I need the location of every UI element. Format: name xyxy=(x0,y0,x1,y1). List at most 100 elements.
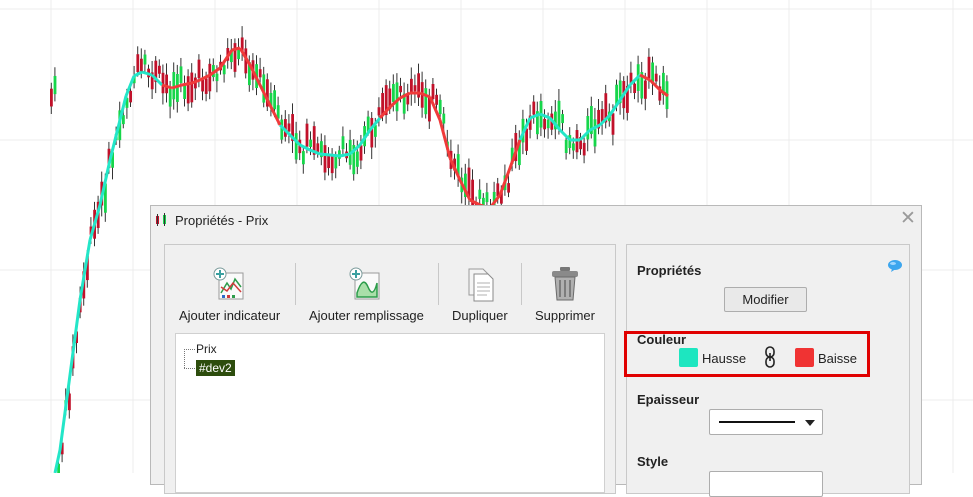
candle-body xyxy=(424,88,428,115)
dialog-titlebar[interactable]: Propriétés - Prix ✕ xyxy=(151,206,921,234)
candle-body xyxy=(593,119,597,147)
hausse-label: Hausse xyxy=(702,351,747,366)
candle-body xyxy=(633,83,636,94)
candle-body xyxy=(143,54,147,65)
add-fill-label: Ajouter remplissage xyxy=(309,308,424,323)
candle-body xyxy=(186,76,190,104)
candle-body xyxy=(413,85,417,92)
candle-body xyxy=(356,151,359,167)
thickness-heading: Epaisseur xyxy=(637,392,700,407)
candle-body xyxy=(158,65,161,74)
candle-body xyxy=(294,133,298,160)
candle-body xyxy=(435,94,438,105)
candle-body xyxy=(431,84,435,100)
candle-body xyxy=(395,82,399,112)
chevron-down-icon xyxy=(805,420,815,426)
candle-body xyxy=(359,145,363,161)
indicator-panel: Ajouter indicateur Ajouter remplissage D… xyxy=(164,244,616,494)
modify-button[interactable]: Modifier xyxy=(724,287,807,312)
properties-dialog: Propriétés - Prix ✕ Ajouter indicateur A… xyxy=(150,205,922,497)
duplicate-icon xyxy=(468,268,494,302)
dialog-title: Propriétés - Prix xyxy=(175,213,269,228)
candle-body xyxy=(327,156,330,169)
candle-body xyxy=(647,56,651,79)
candle-body xyxy=(305,123,309,147)
candle-body xyxy=(165,74,168,94)
candle-body xyxy=(611,113,615,135)
candle-body xyxy=(381,93,384,115)
tree-connector xyxy=(184,349,195,350)
candle-body xyxy=(201,79,204,92)
tree-connector xyxy=(184,368,195,369)
indicator-tree[interactable]: Prix #dev2 xyxy=(175,333,605,493)
candle-body xyxy=(370,117,374,148)
add-indicator-button[interactable]: Ajouter indicateur xyxy=(179,265,280,323)
candle-body xyxy=(215,73,219,82)
candle-body xyxy=(564,139,568,154)
candle-body xyxy=(478,189,482,199)
candle-body xyxy=(273,90,276,110)
candle-body xyxy=(179,66,183,83)
tree-item-selected[interactable]: #dev2 xyxy=(196,360,235,376)
candle-body xyxy=(438,99,442,115)
candle-body xyxy=(442,113,446,124)
trash-icon xyxy=(551,267,578,301)
toolbar-separator xyxy=(438,263,439,305)
candle-body xyxy=(366,116,370,132)
candle-body xyxy=(485,192,489,203)
baisse-color-swatch[interactable] xyxy=(795,348,814,367)
add-indicator-icon xyxy=(213,267,244,300)
candle-body xyxy=(507,183,510,193)
candle-body xyxy=(309,139,312,147)
candle-body xyxy=(258,69,262,78)
add-fill-icon xyxy=(349,267,380,300)
app-chart-icon xyxy=(156,213,166,226)
link-icon[interactable] xyxy=(764,346,776,368)
candle-body xyxy=(50,88,53,107)
candle-body xyxy=(208,63,212,92)
candle-body xyxy=(136,54,140,73)
candle-body xyxy=(190,72,194,103)
delete-button[interactable]: Supprimer xyxy=(535,265,595,323)
style-heading: Style xyxy=(637,454,669,469)
candle-body xyxy=(302,151,305,165)
candle-body xyxy=(330,156,334,174)
add-fill-button[interactable]: Ajouter remplissage xyxy=(309,265,424,323)
candle-body xyxy=(168,88,172,107)
candle-body xyxy=(204,78,208,94)
candle-body xyxy=(237,49,240,60)
close-icon[interactable]: ✕ xyxy=(899,209,917,229)
candle-body xyxy=(233,43,237,72)
candle-body xyxy=(582,142,586,156)
add-indicator-label: Ajouter indicateur xyxy=(179,308,281,323)
candle-body xyxy=(222,65,226,75)
toolbar-separator xyxy=(521,263,522,305)
baisse-label: Baisse xyxy=(818,351,858,366)
tree-item-prix[interactable]: Prix xyxy=(196,342,217,356)
candle-body xyxy=(377,107,381,116)
duplicate-label: Dupliquer xyxy=(452,308,508,323)
candle-body xyxy=(546,119,550,129)
candle-body xyxy=(525,128,528,151)
duplicate-button[interactable]: Dupliquer xyxy=(452,265,508,323)
candle-body xyxy=(561,114,564,124)
style-dropdown[interactable] xyxy=(709,471,823,497)
candle-body xyxy=(399,85,402,93)
help-bubble-icon[interactable] xyxy=(887,259,903,273)
toolbar-separator xyxy=(295,263,296,305)
candle-body xyxy=(197,59,201,78)
candle-body xyxy=(341,136,345,150)
thickness-dropdown[interactable] xyxy=(709,409,823,435)
tree-connector xyxy=(184,349,185,368)
candle-body xyxy=(392,84,395,102)
candle-body xyxy=(467,167,471,198)
candle-body xyxy=(557,100,561,130)
candle-body xyxy=(53,75,57,95)
candle-body xyxy=(532,101,536,115)
candle-body xyxy=(287,123,291,132)
properties-heading: Propriétés xyxy=(637,263,702,278)
candle-body xyxy=(334,157,338,169)
properties-panel: Propriétés Modifier Couleur Hausse Baiss… xyxy=(624,244,910,497)
hausse-color-swatch[interactable] xyxy=(679,348,698,367)
candle-body xyxy=(644,80,647,99)
